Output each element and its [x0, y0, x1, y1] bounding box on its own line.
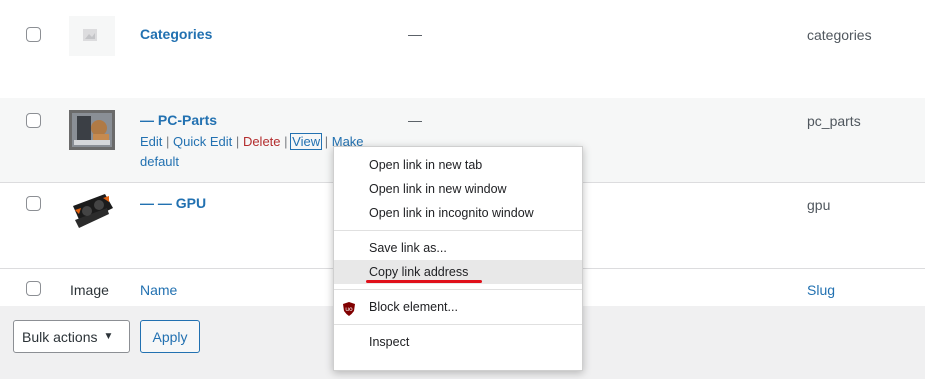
table-row: Categories — categories: [0, 0, 925, 99]
term-description: —: [408, 26, 422, 42]
apply-button[interactable]: Apply: [140, 320, 200, 353]
separator: |: [284, 134, 288, 149]
pc-parts-photo: [69, 110, 115, 150]
term-slug: pc_parts: [807, 113, 861, 129]
separator: |: [235, 134, 240, 149]
delete-link[interactable]: Delete: [243, 134, 281, 149]
menu-item-open-new-window[interactable]: Open link in new window: [334, 177, 582, 201]
view-link[interactable]: View: [290, 133, 323, 150]
gpu-photo: [69, 190, 115, 230]
term-name-link[interactable]: — — GPU: [140, 195, 206, 211]
separator: |: [324, 134, 329, 149]
menu-separator: [334, 324, 582, 325]
menu-item-label: Block element...: [369, 300, 458, 314]
menu-item-label: Copy link address: [369, 265, 469, 279]
term-slug: categories: [807, 27, 872, 43]
svg-text:uo: uo: [345, 306, 353, 313]
ublock-shield-icon: uo: [342, 300, 356, 316]
placeholder-image-icon: [69, 16, 115, 56]
menu-item-save-link-as[interactable]: Save link as...: [334, 236, 582, 260]
term-description: —: [408, 112, 422, 128]
separator: |: [166, 134, 170, 149]
quick-edit-link[interactable]: Quick Edit: [173, 134, 232, 149]
menu-item-open-incognito[interactable]: Open link in incognito window: [334, 201, 582, 225]
footer-name-sort-link[interactable]: Name: [140, 282, 177, 298]
menu-item-open-new-tab[interactable]: Open link in new tab: [334, 153, 582, 177]
menu-separator: [334, 289, 582, 290]
menu-item-copy-link-address[interactable]: Copy link address: [334, 260, 582, 284]
chevron-down-icon: ▼: [103, 331, 114, 342]
footer-image-label: Image: [70, 282, 109, 298]
menu-separator: [334, 230, 582, 231]
term-name-link[interactable]: — PC-Parts: [140, 112, 217, 128]
row-checkbox[interactable]: [26, 27, 41, 42]
select-all-checkbox[interactable]: [26, 281, 41, 296]
menu-item-block-element[interactable]: uo Block element...: [334, 295, 582, 319]
row-checkbox[interactable]: [26, 196, 41, 211]
term-name-link[interactable]: Categories: [140, 26, 212, 42]
row-checkbox[interactable]: [26, 113, 41, 128]
footer-slug-sort-link[interactable]: Slug: [807, 282, 835, 298]
row-actions: Edit | Quick Edit | Delete | View | Make…: [140, 132, 364, 172]
edit-link[interactable]: Edit: [140, 134, 162, 149]
term-slug: gpu: [807, 197, 831, 213]
bulk-actions-label: Bulk actions: [22, 328, 98, 345]
bulk-actions-select[interactable]: Bulk actions ▼: [13, 320, 130, 353]
menu-item-inspect[interactable]: Inspect: [334, 330, 582, 354]
context-menu: Open link in new tab Open link in new wi…: [333, 146, 583, 371]
make-default-link-cont[interactable]: default: [140, 154, 179, 169]
red-underline-annotation: [366, 280, 482, 283]
